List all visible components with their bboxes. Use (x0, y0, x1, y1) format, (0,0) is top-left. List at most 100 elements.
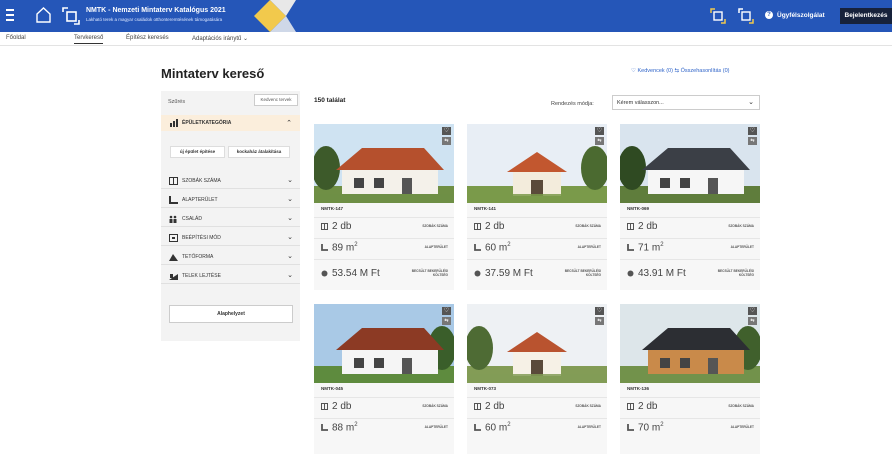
compare-toggle-icon[interactable]: ⇆ (442, 317, 451, 325)
area-row: 70 m2 ALAPTERÜLET (620, 418, 760, 436)
floorplan-icon (321, 223, 328, 230)
house-rendering-image[interactable] (467, 304, 607, 383)
facet-family[interactable]: CSALÁD ⌄ (161, 211, 300, 227)
favorite-heart-icon[interactable]: ♡ (595, 307, 604, 315)
bar-chart-icon (170, 119, 178, 127)
cost-row: 53.54 M Ft BECSÜLT BEKERÜLÉSI KÖLTSÉG (314, 259, 454, 287)
chevron-down-icon: ⌄ (748, 99, 754, 106)
help-icon[interactable]: ? (765, 11, 773, 19)
cost-label: BECSÜLT BEKERÜLÉSI KÖLTSÉG (411, 269, 448, 277)
favorite-plans-button[interactable]: Kedvenc tervek (254, 94, 298, 106)
house-rendering-image[interactable] (467, 124, 607, 203)
floorplan-icon (169, 177, 178, 185)
area-label: ALAPTERÜLET (577, 245, 601, 249)
reset-filters-button[interactable]: Alaphelyzet (169, 305, 293, 323)
plan-card[interactable]: ♡ ⇆ NMTK-136 2 db SZOBÁK SZÁMA 70 m2 ALA… (620, 304, 760, 454)
plan-card[interactable]: ♡ ⇆ NMTK-141 2 db SZOBÁK SZÁMA 60 m2 ALA… (467, 124, 607, 290)
logo-icon (62, 7, 80, 25)
compare-icon[interactable] (738, 8, 754, 24)
brand-decoration (254, 0, 296, 32)
house-rendering-image[interactable] (314, 124, 454, 203)
chevron-up-icon: ⌃ (286, 120, 292, 127)
favorites-link[interactable]: Kedvencek (0) (637, 68, 672, 74)
favorites-icon[interactable] (710, 8, 726, 24)
plan-image[interactable] (314, 124, 454, 203)
house-rendering-image[interactable] (620, 124, 760, 203)
house-rendering-image[interactable] (620, 304, 760, 383)
facet-family-label: CSALÁD (182, 216, 203, 222)
rooms-value: 2 db (638, 401, 658, 412)
building-category-header[interactable]: ÉPÜLETKATEGÓRIA ⌃ (161, 115, 300, 131)
building-category-label: ÉPÜLETKATEGÓRIA (182, 120, 232, 126)
floorplan-icon (474, 403, 481, 410)
ruler-icon (474, 424, 481, 431)
rooms-label: SZOBÁK SZÁMA (422, 224, 448, 228)
nav-item-adaptation-guide[interactable]: Adaptációs iránytű ⌄ (192, 35, 248, 42)
nav-item-plan-search[interactable]: Tervkereső (74, 35, 104, 44)
sort-select[interactable]: Kérem válasszon... ⌄ (612, 95, 760, 110)
cost-value: 43.91 M Ft (638, 268, 686, 279)
help-link[interactable]: Ügyfélszolgálat (777, 12, 825, 19)
rooms-row: 2 db SZOBÁK SZÁMA (314, 397, 454, 415)
family-icon (169, 215, 177, 223)
plan-card[interactable]: ♡ ⇆ NMTK-045 2 db SZOBÁK SZÁMA 88 m2 ALA… (314, 304, 454, 454)
area-label: ALAPTERÜLET (730, 425, 754, 429)
favorite-heart-icon[interactable]: ♡ (748, 127, 757, 135)
rooms-row: 2 db SZOBÁK SZÁMA (620, 217, 760, 235)
area-label: ALAPTERÜLET (424, 425, 448, 429)
facet-plot-slope[interactable]: TELEK LEJTÉSE ⌄ (161, 268, 300, 284)
area-label: ALAPTERÜLET (730, 245, 754, 249)
cost-label: BECSÜLT BEKERÜLÉSI KÖLTSÉG (717, 269, 754, 277)
facet-rooms[interactable]: SZOBÁK SZÁMA ⌄ (161, 173, 300, 189)
area-value: 71 m2 (638, 242, 664, 254)
favorite-heart-icon[interactable]: ♡ (442, 307, 451, 315)
facet-area[interactable]: ALAPTERÜLET ⌄ (161, 192, 300, 208)
plan-code: NMTK-045 (321, 386, 344, 391)
rooms-value: 2 db (332, 401, 352, 412)
area-row: 89 m2 ALAPTERÜLET (314, 238, 454, 256)
plan-card[interactable]: ♡ ⇆ NMTK-147 2 db SZOBÁK SZÁMA 89 m2 ALA… (314, 124, 454, 290)
favorite-heart-icon[interactable]: ♡ (748, 307, 757, 315)
login-button[interactable]: Bejelentkezés (840, 8, 892, 24)
compare-toggle-icon[interactable]: ⇆ (442, 137, 451, 145)
page-title: Mintaterv kereső (161, 66, 265, 81)
area-row: 88 m2 ALAPTERÜLET (314, 418, 454, 436)
roof-icon (169, 254, 178, 261)
nav-item-architect-search[interactable]: Építész keresés (126, 35, 169, 41)
plan-image[interactable] (467, 124, 607, 203)
favorite-heart-icon[interactable]: ♡ (442, 127, 451, 135)
fav-compare-links: ♡ Kedvencek (0) ⇆ Összehasonlítás (0) (631, 68, 730, 74)
facet-plot-slope-label: TELEK LEJTÉSE (182, 273, 221, 279)
home-icon[interactable] (36, 7, 51, 23)
chip-cube-house-conversion[interactable]: kockaház átalakítása (228, 146, 290, 158)
ruler-icon (627, 424, 634, 431)
result-count: 150 találat (314, 97, 346, 104)
menu-icon[interactable] (6, 9, 14, 22)
tab-filter[interactable]: Szűrés (168, 99, 185, 105)
facet-roof-shape[interactable]: TETŐFORMA ⌄ (161, 249, 300, 265)
chip-new-building[interactable]: új épület építése (170, 146, 225, 158)
plan-image[interactable] (314, 304, 454, 383)
facet-building-mode[interactable]: BEÉPÍTÉSI MÓD ⌄ (161, 230, 300, 246)
compare-toggle-icon[interactable]: ⇆ (748, 137, 757, 145)
ruler-icon (321, 424, 328, 431)
plan-card[interactable]: ♡ ⇆ NMTK-073 2 db SZOBÁK SZÁMA 60 m2 ALA… (467, 304, 607, 454)
plan-image[interactable] (620, 304, 760, 383)
nav-item-home[interactable]: Főoldal (6, 35, 26, 41)
compare-toggle-icon[interactable]: ⇆ (595, 137, 604, 145)
favorite-heart-icon[interactable]: ♡ (595, 127, 604, 135)
plan-image[interactable] (467, 304, 607, 383)
rooms-row: 2 db SZOBÁK SZÁMA (467, 397, 607, 415)
plan-card[interactable]: ♡ ⇆ NMTK-069 2 db SZOBÁK SZÁMA 71 m2 ALA… (620, 124, 760, 290)
heart-icon: ♡ (631, 68, 636, 74)
compare-link[interactable]: Összehasonlítás (0) (681, 68, 730, 74)
house-rendering-image[interactable] (314, 304, 454, 383)
rooms-value: 2 db (332, 221, 352, 232)
ruler-icon (627, 244, 634, 251)
area-value: 60 m2 (485, 422, 511, 434)
plan-image[interactable] (620, 124, 760, 203)
rooms-label: SZOBÁK SZÁMA (575, 404, 601, 408)
compare-toggle-icon[interactable]: ⇆ (748, 317, 757, 325)
top-bar: NMTK - Nemzeti Mintaterv Katalógus 2021 … (0, 0, 892, 32)
compare-toggle-icon[interactable]: ⇆ (595, 317, 604, 325)
